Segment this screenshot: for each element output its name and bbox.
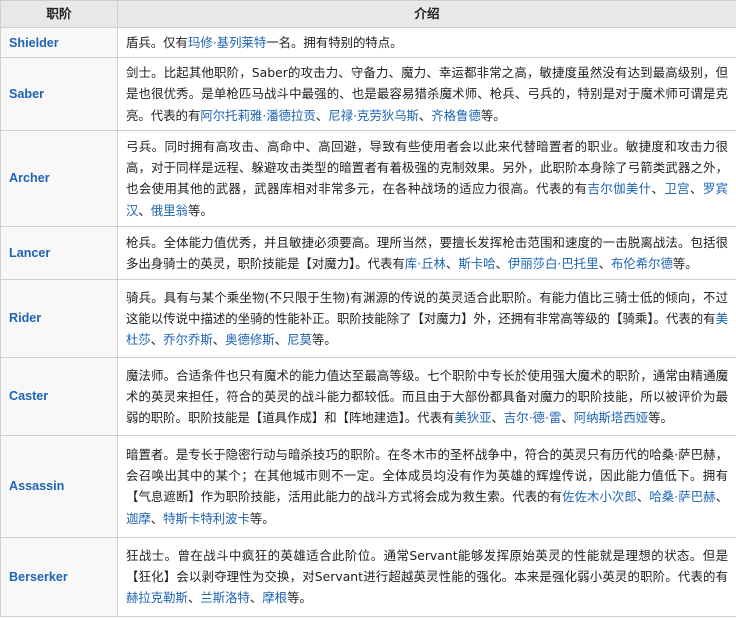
class-name-caster: Caster: [0, 356, 118, 436]
servant-link[interactable]: 特斯卡特利波卡: [163, 511, 250, 526]
description-text: 、: [690, 181, 703, 197]
servant-link[interactable]: 吉尔·德·雷: [504, 410, 561, 425]
description-text: 、: [491, 409, 504, 425]
description-saber: 剑士。比起其他职阶，Saber的攻击力、守备力、魔力、幸运都非常之高，敏捷度虽然…: [117, 57, 736, 131]
class-name-rider: Rider: [0, 278, 118, 358]
servant-link[interactable]: 齐格鲁德: [431, 108, 481, 123]
description-text: 、: [187, 590, 201, 606]
description-text: 、: [274, 331, 288, 347]
row-archer: Archer 弓兵。同时拥有高攻击、高命中、高回避，导致有些使用者会以此来代替暗…: [0, 129, 736, 227]
servant-link[interactable]: 阿尔托莉雅·潘德拉贡: [200, 108, 315, 123]
row-caster: Caster 魔法师。合适条件也只有魔术的能力值达至最高等级。七个职阶中专长於使…: [0, 356, 736, 436]
description-text: 等。: [311, 331, 337, 347]
description-assassin: 暗置者。是专长于隐密行动与暗杀技巧的职阶。在冬木市的圣杯战争中，符合的英灵只有历…: [117, 434, 736, 538]
description-text: 盾兵。仅有: [126, 35, 188, 50]
servant-link[interactable]: 库·丘林: [405, 256, 446, 271]
description-text: 骑兵。具有与某个乘坐物(不只限于生物)有渊源的传说的英灵适合此职阶。有能力值比三…: [126, 289, 728, 326]
row-lancer: Lancer 枪兵。全体能力值优秀，并且敏捷必须要高。理所当然，要擅长发挥枪击范…: [0, 225, 736, 280]
header-row: 职阶 介绍: [0, 0, 736, 28]
description-text: 、: [445, 255, 459, 271]
servant-link[interactable]: 伊丽莎白·巴托里: [508, 256, 599, 271]
description-text: 等。: [672, 255, 698, 271]
description-text: 、: [598, 255, 611, 271]
servant-link[interactable]: 赫拉克勒斯: [126, 590, 188, 605]
description-rider: 骑兵。具有与某个乘坐物(不只限于生物)有渊源的传说的英灵适合此职阶。有能力值比三…: [117, 278, 736, 358]
description-text: 、: [715, 489, 729, 505]
description-text: 、: [636, 489, 650, 505]
servant-link[interactable]: 布伦希尔德: [611, 256, 673, 271]
description-text: 、: [212, 331, 226, 347]
servant-link[interactable]: 尼莫: [287, 332, 312, 347]
servant-link[interactable]: 哈桑·萨巴赫: [649, 489, 715, 504]
class-table: 职阶 介绍 Shielder 盾兵。仅有玛修·基列莱特一名。拥有特别的特点。 S…: [0, 0, 736, 617]
class-name-berserker: Berserker: [0, 536, 118, 617]
description-text: 、: [651, 181, 665, 197]
description-text: 、: [418, 107, 432, 123]
description-text: 、: [561, 409, 574, 425]
description-shielder: 盾兵。仅有玛修·基列莱特一名。拥有特别的特点。: [117, 26, 736, 59]
header-class: 职阶: [0, 0, 118, 28]
servant-link[interactable]: 美狄亚: [454, 410, 491, 425]
description-text: 等。: [648, 409, 673, 425]
servant-link[interactable]: 吉尔伽美什: [587, 181, 651, 196]
description-text: 等。: [287, 590, 312, 606]
servant-link[interactable]: 乔尔乔斯: [163, 332, 213, 347]
row-rider: Rider 骑兵。具有与某个乘坐物(不只限于生物)有渊源的传说的英灵适合此职阶。…: [0, 278, 736, 358]
servant-link[interactable]: 斯卡哈: [458, 256, 495, 271]
description-text: 一名。拥有特别的特点。: [266, 35, 403, 50]
description-lancer: 枪兵。全体能力值优秀，并且敏捷必须要高。理所当然，要擅长发挥枪击范围和速度的一击…: [117, 225, 736, 280]
servant-link[interactable]: 兰斯洛特: [200, 590, 250, 605]
servant-link[interactable]: 卫宫: [664, 181, 690, 196]
description-text: 等。: [249, 510, 275, 526]
class-name-assassin: Assassin: [0, 434, 118, 538]
servant-link[interactable]: 玛修·基列莱特: [188, 35, 266, 50]
class-name-lancer: Lancer: [0, 225, 118, 280]
servant-link[interactable]: 奥德修斯: [225, 332, 275, 347]
servant-link[interactable]: 佐佐木小次郎: [562, 489, 637, 504]
header-intro: 介绍: [117, 0, 736, 28]
servant-link[interactable]: 迦摩: [126, 511, 151, 526]
servant-link[interactable]: 尼禄·克劳狄乌斯: [328, 108, 419, 123]
description-caster: 魔法师。合适条件也只有魔术的能力值达至最高等级。七个职阶中专长於使用强大魔术的职…: [117, 356, 736, 436]
description-text: 等。: [187, 202, 213, 218]
description-text: 、: [249, 590, 263, 606]
description-text: 狂战士。曾在战斗中疯狂的英雄适合此阶位。通常Servant能够发挥原始英灵的性能…: [126, 548, 728, 585]
row-assassin: Assassin 暗置者。是专长于隐密行动与暗杀技巧的职阶。在冬木市的圣杯战争中…: [0, 434, 736, 538]
row-saber: Saber 剑士。比起其他职阶，Saber的攻击力、守备力、魔力、幸运都非常之高…: [0, 57, 736, 131]
servant-link[interactable]: 阿纳斯塔西娅: [574, 410, 648, 425]
description-berserker: 狂战士。曾在战斗中疯狂的英雄适合此阶位。通常Servant能够发挥原始英灵的性能…: [117, 536, 736, 617]
description-text: 、: [495, 255, 508, 271]
description-text: 、: [150, 510, 164, 526]
row-berserker: Berserker 狂战士。曾在战斗中疯狂的英雄适合此阶位。通常Servant能…: [0, 536, 736, 617]
class-name-saber: Saber: [0, 57, 118, 131]
description-text: 、: [150, 331, 164, 347]
servant-link[interactable]: 摩根: [262, 590, 287, 605]
description-text: 、: [138, 202, 151, 218]
row-shielder: Shielder 盾兵。仅有玛修·基列莱特一名。拥有特别的特点。: [0, 26, 736, 59]
class-name-shielder: Shielder: [0, 26, 118, 59]
description-archer: 弓兵。同时拥有高攻击、高命中、高回避，导致有些使用者会以此来代替暗置者的职业。敏…: [117, 129, 736, 227]
description-text: 、: [315, 107, 329, 123]
description-text: 等。: [480, 107, 506, 123]
servant-link[interactable]: 俄里翁: [151, 203, 188, 218]
class-name-archer: Archer: [0, 129, 118, 227]
